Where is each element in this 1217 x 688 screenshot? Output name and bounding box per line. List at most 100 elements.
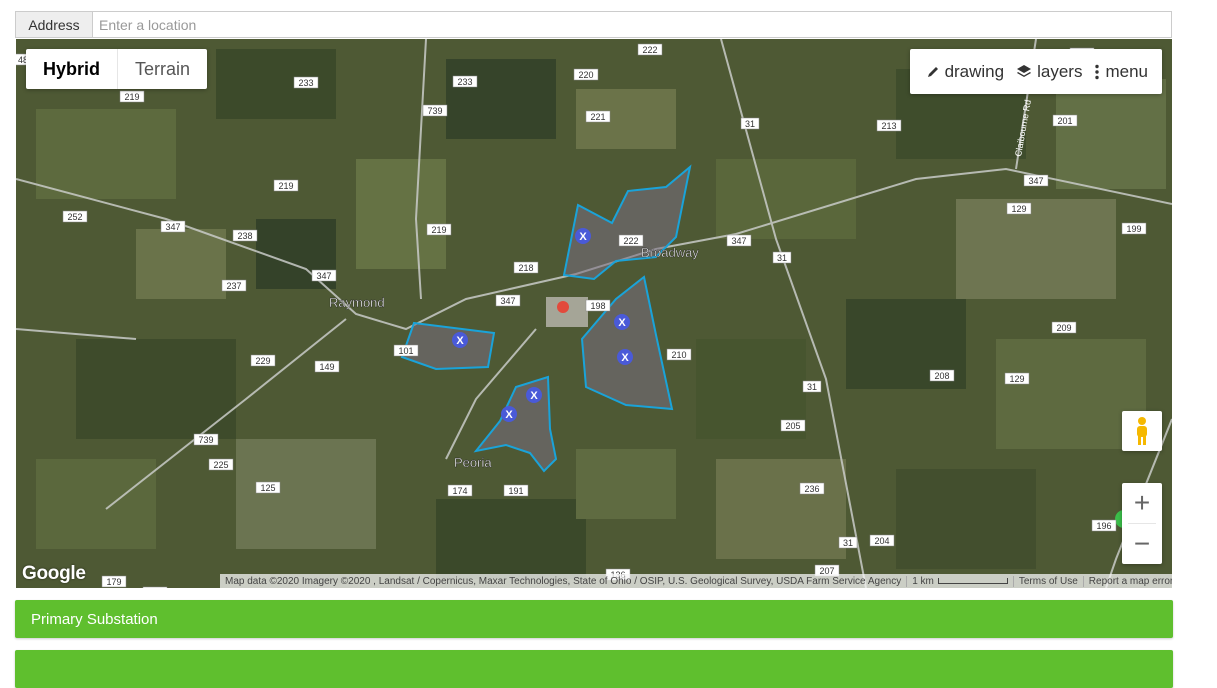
site-marker-icon[interactable]: X [617, 349, 633, 365]
svg-text:347: 347 [1028, 176, 1043, 186]
svg-text:201: 201 [1057, 116, 1072, 126]
zoom-out-button[interactable]: − [1122, 524, 1162, 564]
route-shield: 198 [585, 299, 611, 312]
route-shield: 31 [802, 380, 822, 393]
route-shield: 221 [585, 110, 611, 123]
place-label-broadway: Broadway [641, 245, 699, 260]
svg-text:129: 129 [1009, 374, 1024, 384]
route-shield: 222 [618, 234, 644, 247]
svg-text:129: 129 [1011, 204, 1026, 214]
road-label: Claibourne Rd [1013, 99, 1033, 157]
section-primary-substation[interactable]: Primary Substation [15, 600, 1173, 638]
svg-text:210: 210 [671, 350, 686, 360]
menu-label: menu [1105, 61, 1148, 81]
svg-text:31: 31 [843, 538, 853, 548]
svg-text:252: 252 [67, 212, 82, 222]
svg-text:31: 31 [745, 119, 755, 129]
map-type-control: Hybrid Terrain [26, 49, 208, 89]
route-shield: 199 [1121, 222, 1147, 235]
route-shield: 347 [726, 234, 752, 247]
svg-text:219: 219 [278, 181, 293, 191]
map-canvas[interactable]: 4823323322222021421973922131213201219347… [16, 39, 1172, 588]
site-marker-icon[interactable]: X [526, 387, 542, 403]
svg-text:199: 199 [1126, 224, 1141, 234]
svg-text:221: 221 [590, 112, 605, 122]
route-shield: 31 [740, 117, 760, 130]
svg-text:347: 347 [316, 271, 331, 281]
map-attribution: Map data ©2020 Imagery ©2020 , Landsat /… [220, 574, 1172, 588]
route-shield: 125 [142, 586, 168, 588]
svg-text:101: 101 [398, 346, 413, 356]
route-shield: 31 [838, 536, 858, 549]
zoom-in-button[interactable]: + [1122, 483, 1162, 523]
place-label-raymond: Raymond [329, 295, 385, 310]
route-shield: 149 [314, 360, 340, 373]
site-marker-icon[interactable]: X [452, 332, 468, 348]
route-shield: 347 [495, 294, 521, 307]
route-shield: 219 [273, 179, 299, 192]
menu-button[interactable]: menu [1094, 62, 1148, 82]
route-shield: 229 [250, 354, 276, 367]
route-shield: 237 [221, 279, 247, 292]
svg-text:X: X [621, 352, 629, 364]
map-type-hybrid[interactable]: Hybrid [26, 49, 119, 89]
svg-text:213: 213 [881, 121, 896, 131]
map-labels: 4823323322222021421973922131213201219347… [16, 43, 1147, 588]
zoom-control: + − [1122, 483, 1162, 564]
svg-text:739: 739 [198, 435, 213, 445]
address-label: Address [15, 11, 92, 38]
layers-button[interactable]: layers [1016, 62, 1082, 82]
route-shield: 204 [869, 534, 895, 547]
svg-text:209: 209 [1056, 323, 1071, 333]
site-marker-icon[interactable]: X [501, 406, 517, 422]
kebab-menu-icon [1095, 64, 1100, 79]
svg-text:X: X [456, 335, 464, 347]
svg-text:125: 125 [260, 483, 275, 493]
svg-text:31: 31 [777, 253, 787, 263]
route-shield: 31 [772, 251, 792, 264]
map-type-terrain[interactable]: Terrain [118, 49, 207, 89]
street-view-pegman-button[interactable] [1122, 411, 1162, 451]
route-shield: 220 [573, 68, 599, 81]
svg-text:149: 149 [319, 362, 334, 372]
route-shield: 347 [311, 269, 337, 282]
address-input[interactable] [92, 11, 1172, 38]
route-shield: 233 [452, 75, 478, 88]
route-shield: 236 [799, 482, 825, 495]
map-data-credit: Map data ©2020 Imagery ©2020 , Landsat /… [225, 575, 902, 587]
svg-text:222: 222 [642, 45, 657, 55]
svg-text:233: 233 [298, 78, 313, 88]
address-bar: Address [15, 11, 1172, 38]
layers-label: layers [1037, 61, 1083, 81]
scale-bar [937, 577, 1008, 584]
route-shield: 233 [293, 76, 319, 89]
route-shield: 252 [62, 210, 88, 223]
svg-text:347: 347 [500, 296, 515, 306]
svg-text:208: 208 [934, 371, 949, 381]
route-shield: 219 [119, 90, 145, 103]
route-shield: 201 [1052, 114, 1078, 127]
route-shield: 213 [876, 119, 902, 132]
site-marker-icon[interactable]: X [575, 228, 591, 244]
route-shield: 219 [426, 223, 452, 236]
svg-text:198: 198 [590, 301, 605, 311]
site-marker-icon[interactable]: X [614, 314, 630, 330]
svg-text:739: 739 [427, 106, 442, 116]
route-shield: 222 [637, 43, 663, 56]
route-shield: 208 [929, 369, 955, 382]
route-shield: 101 [393, 344, 419, 357]
section-next[interactable] [15, 650, 1173, 688]
svg-text:236: 236 [804, 484, 819, 494]
svg-text:205: 205 [785, 421, 800, 431]
svg-text:179: 179 [106, 577, 121, 587]
svg-text:222: 222 [623, 236, 638, 246]
terms-link[interactable]: Terms of Use [1012, 575, 1083, 587]
report-error-link[interactable]: Report a map error [1082, 575, 1172, 587]
route-shield: 191 [503, 484, 529, 497]
route-shield: 129 [1006, 202, 1032, 215]
svg-text:229: 229 [255, 356, 270, 366]
drawing-button[interactable]: drawing [926, 62, 1004, 82]
route-shield: 739 [422, 104, 448, 117]
route-shield: 347 [1023, 174, 1049, 187]
svg-text:237: 237 [226, 281, 241, 291]
